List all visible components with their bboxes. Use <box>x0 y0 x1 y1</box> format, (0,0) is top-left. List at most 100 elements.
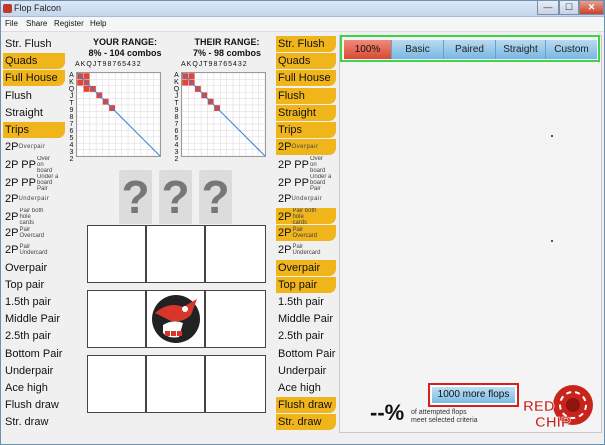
range-cell <box>83 117 91 125</box>
hand-label: 2P <box>5 227 19 240</box>
your-hand-10[interactable]: 2PPair both hole cards <box>3 208 65 224</box>
their-hand-21[interactable]: Flush draw <box>276 397 336 414</box>
range-cell <box>95 117 103 125</box>
your-hand-4[interactable]: Straight <box>3 105 65 121</box>
menu-help[interactable]: Help <box>90 19 106 28</box>
their-range-matrix[interactable] <box>181 72 266 157</box>
flop-card-2[interactable]: ? <box>159 170 192 224</box>
their-hand-10[interactable]: 2PPair both hole cards <box>276 208 336 224</box>
their-hand-12[interactable]: 2PPair Undercard <box>276 242 336 258</box>
your-hand-18[interactable]: Bottom Pair <box>3 346 65 362</box>
their-hand-1[interactable]: Quads <box>276 53 336 70</box>
menu-share[interactable]: Share <box>26 19 47 28</box>
tab-custom[interactable]: Custom <box>546 40 597 59</box>
tab-basic[interactable]: Basic <box>392 40 444 59</box>
range-cell <box>95 149 103 157</box>
their-hand-15[interactable]: 1.5th pair <box>276 294 336 310</box>
their-hand-17[interactable]: 2.5th pair <box>276 328 336 344</box>
range-cell <box>194 104 202 112</box>
range-cell <box>153 136 161 144</box>
your-hand-22[interactable]: Str. draw <box>3 414 65 430</box>
your-hand-21[interactable]: Flush draw <box>3 397 65 413</box>
their-hand-11[interactable]: 2PPair Overcard <box>276 225 336 242</box>
range-cell <box>226 142 234 150</box>
range-cell <box>181 98 189 106</box>
your-hand-6[interactable]: 2POverpair <box>3 139 65 155</box>
range-cell <box>213 149 221 157</box>
board-cell <box>87 225 146 283</box>
range-cell <box>95 79 103 87</box>
range-cell <box>134 117 142 125</box>
range-cell <box>213 72 221 80</box>
your-hand-20[interactable]: Ace high <box>3 380 65 396</box>
range-cell <box>140 130 148 138</box>
range-cell <box>181 130 189 138</box>
range-cell <box>245 91 253 99</box>
range-cell <box>226 130 234 138</box>
your-hand-1[interactable]: Quads <box>3 53 65 70</box>
tab-paired[interactable]: Paired <box>444 40 496 59</box>
their-hand-6[interactable]: 2POverpair <box>276 139 336 156</box>
range-cell <box>134 149 142 157</box>
range-cell <box>245 72 253 80</box>
tab-straight[interactable]: Straight <box>496 40 546 59</box>
their-hand-16[interactable]: Middle Pair <box>276 311 336 327</box>
your-hand-12[interactable]: 2PPair Undercard <box>3 242 65 258</box>
your-hand-3[interactable]: Flush <box>3 88 65 104</box>
board-cell-logo <box>146 290 205 348</box>
your-range-matrix[interactable] <box>76 72 161 157</box>
their-hand-13[interactable]: Overpair <box>276 259 336 276</box>
your-hand-13[interactable]: Overpair <box>3 260 65 276</box>
their-hand-7[interactable]: 2P PPOver on board <box>276 156 336 172</box>
your-hand-7[interactable]: 2P PPOver on board <box>3 156 65 172</box>
hand-sublabel: Over on board <box>310 156 326 173</box>
close-button[interactable]: ✕ <box>579 1 604 15</box>
your-hand-8[interactable]: 2P PPUnder a board Pair <box>3 174 65 190</box>
your-hand-17[interactable]: 2.5th pair <box>3 328 65 344</box>
hand-label: Flush <box>278 89 305 102</box>
range-cell <box>95 104 103 112</box>
their-hand-0[interactable]: Str. Flush <box>276 36 336 52</box>
minimize-button[interactable]: — <box>537 1 559 15</box>
your-hand-9[interactable]: 2PUnderpair <box>3 191 65 207</box>
menu-file[interactable]: File <box>5 19 18 28</box>
range-cell <box>140 123 148 131</box>
your-hand-19[interactable]: Underpair <box>3 363 65 379</box>
their-hand-2[interactable]: Full House <box>276 70 336 87</box>
range-cell <box>153 104 161 112</box>
range-cell <box>127 85 135 93</box>
range-cell <box>181 136 189 144</box>
their-hand-22[interactable]: Str. draw <box>276 414 336 431</box>
their-hand-14[interactable]: Top pair <box>276 276 336 293</box>
range-cell <box>108 117 116 125</box>
preset-tabs: 100% Basic Paired Straight Custom <box>340 35 600 62</box>
your-hand-5[interactable]: Trips <box>3 122 65 138</box>
tab-100-percent[interactable]: 100% <box>344 40 392 59</box>
maximize-button[interactable]: ☐ <box>559 1 579 15</box>
more-flops-button[interactable]: 1000 more flops <box>428 383 519 407</box>
your-hand-11[interactable]: 2PPair Overcard <box>3 225 65 241</box>
your-range-rank-labels-vertical: AKQJT98765432 <box>68 72 75 163</box>
their-hand-4[interactable]: Straight <box>276 104 336 121</box>
their-hand-8[interactable]: 2P PPUnder a board Pair <box>276 174 336 190</box>
your-hand-0[interactable]: Str. Flush <box>3 36 65 52</box>
their-hand-5[interactable]: Trips <box>276 122 336 138</box>
their-hand-20[interactable]: Ace high <box>276 380 336 396</box>
flop-card-3[interactable]: ? <box>199 170 232 224</box>
hand-label: Quads <box>278 55 311 68</box>
menu-register[interactable]: Register <box>54 19 84 28</box>
their-hand-9[interactable]: 2PUnderpair <box>276 191 336 207</box>
your-hand-15[interactable]: 1.5th pair <box>3 294 65 310</box>
range-cell <box>89 130 97 138</box>
range-cell <box>188 136 196 144</box>
your-hand-16[interactable]: Middle Pair <box>3 311 65 327</box>
your-hand-14[interactable]: Top pair <box>3 277 65 293</box>
their-hand-3[interactable]: Flush <box>276 87 336 104</box>
your-hand-2[interactable]: Full House <box>3 70 65 87</box>
their-hand-18[interactable]: Bottom Pair <box>276 346 336 362</box>
range-cell <box>115 91 122 99</box>
flop-card-1[interactable]: ? <box>119 170 152 224</box>
their-hand-19[interactable]: Underpair <box>276 363 336 379</box>
range-cell <box>146 104 154 112</box>
hand-label: Flush <box>5 89 32 102</box>
